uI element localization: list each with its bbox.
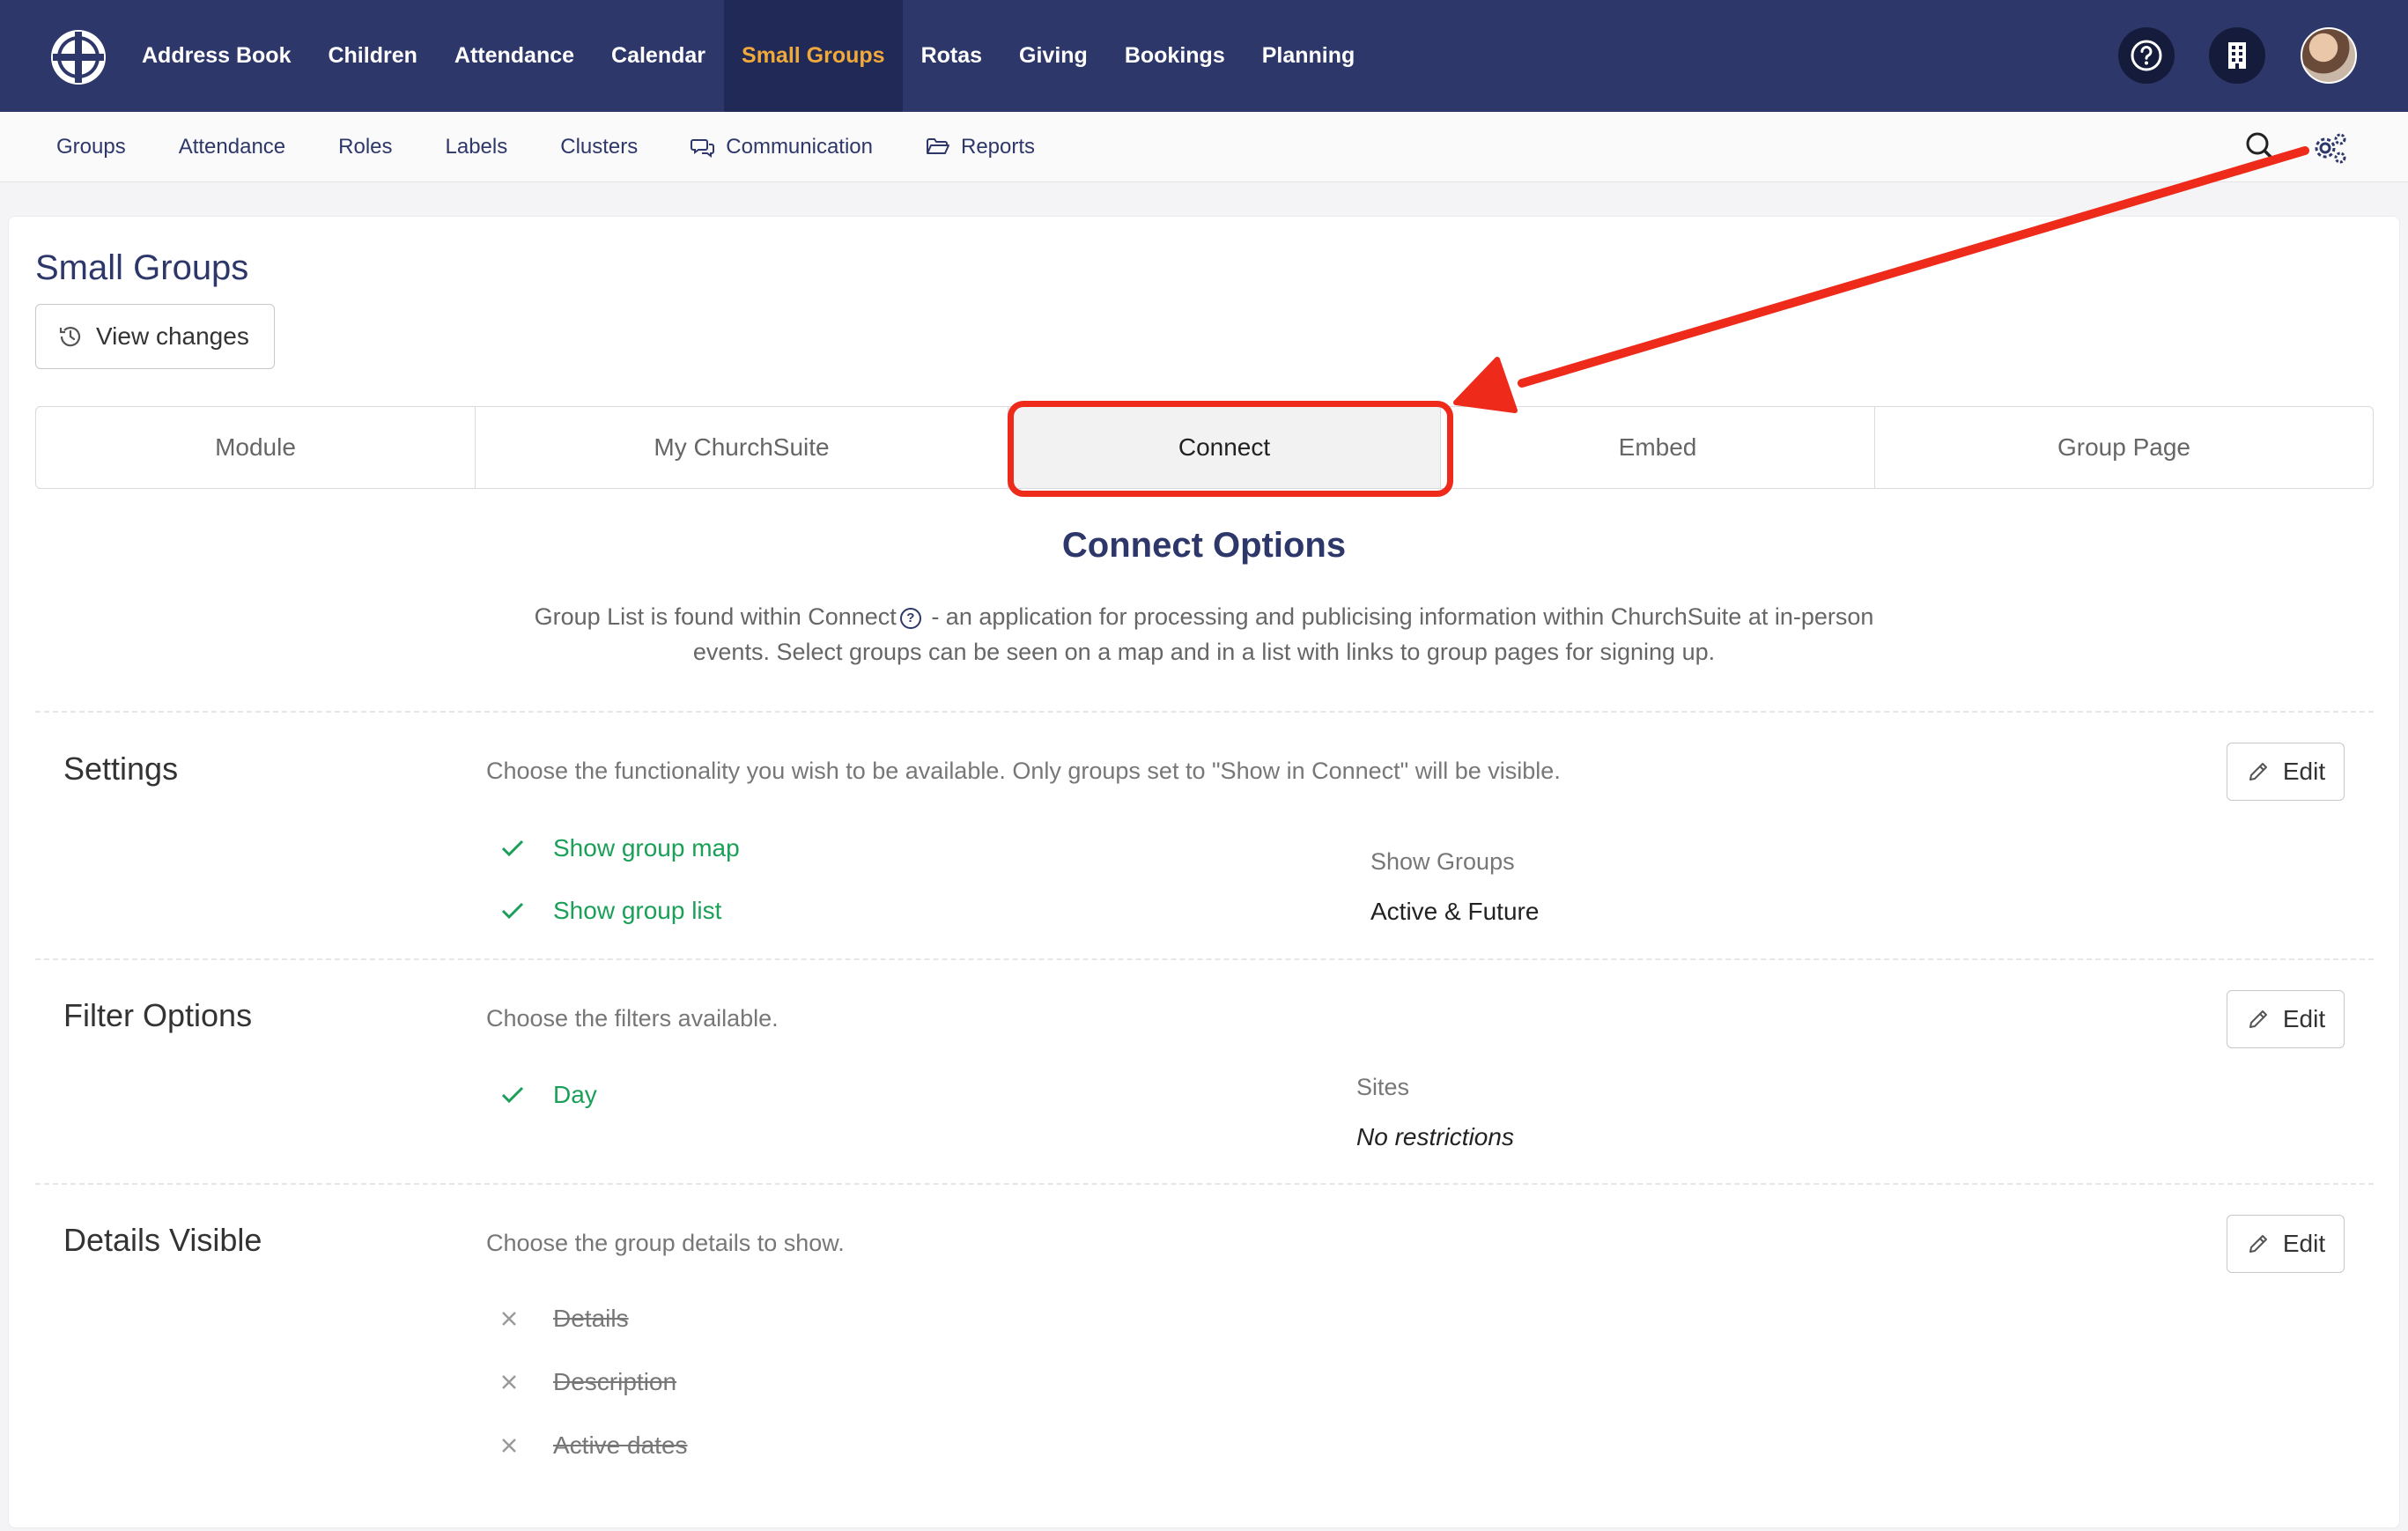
sub-navigation-bar: Groups Attendance Roles Labels Clusters … [0, 112, 2408, 182]
churchsuite-logo[interactable] [48, 26, 109, 88]
connect-intro-text: Group List is found within Connect? - an… [520, 599, 1888, 669]
show-groups-label: Show Groups [1370, 848, 1515, 875]
filter-options-edit-button[interactable]: Edit [2227, 990, 2345, 1048]
pencil-icon [2249, 763, 2267, 780]
history-icon [59, 327, 81, 347]
option-description: Description [500, 1368, 676, 1396]
top-nav-menu: Address Book Children Attendance Calenda… [123, 0, 1373, 112]
subnav-roles[interactable]: Roles [312, 112, 418, 182]
nav-calendar[interactable]: Calendar [593, 0, 724, 112]
filter-options-description: Choose the filters available. [486, 1005, 779, 1032]
check-icon [500, 1085, 553, 1105]
subnav-reports-label: Reports [961, 135, 1036, 159]
subnav-labels[interactable]: Labels [419, 112, 535, 182]
details-visible-section-title: Details Visible [63, 1222, 262, 1258]
sub-nav-menu: Groups Attendance Roles Labels Clusters … [30, 112, 1061, 182]
nav-giving[interactable]: Giving [1001, 0, 1106, 112]
option-label: Active dates [553, 1431, 688, 1459]
tab-embed[interactable]: Embed [1441, 407, 1875, 488]
show-groups-value: Active & Future [1370, 898, 1540, 925]
details-visible-edit-button[interactable]: Edit [2227, 1215, 2345, 1273]
top-navigation-bar: Address Book Children Attendance Calenda… [0, 0, 2408, 112]
check-icon [500, 839, 553, 858]
subnav-groups-label: Groups [56, 135, 126, 159]
view-changes-button[interactable]: View changes [35, 304, 275, 369]
tab-group-page[interactable]: Group Page [1875, 407, 2373, 488]
sites-label: Sites [1356, 1074, 1410, 1100]
settings-edit-label: Edit [2282, 758, 2326, 785]
nav-bookings[interactable]: Bookings [1106, 0, 1244, 112]
tab-my-churchsuite[interactable]: My ChurchSuite [476, 407, 1008, 488]
building-icon [2228, 42, 2246, 69]
option-label: Show group list [553, 897, 722, 924]
option-label: Description [553, 1368, 677, 1395]
connect-help-icon[interactable]: ? [899, 607, 921, 629]
option-label: Day [553, 1081, 597, 1108]
nav-planning[interactable]: Planning [1244, 0, 1374, 112]
filter-options-section-title: Filter Options [63, 997, 253, 1033]
subnav-communication[interactable]: Communication [664, 112, 899, 182]
tab-module[interactable]: Module [36, 407, 476, 488]
help-button[interactable] [2118, 27, 2175, 84]
organisation-button[interactable] [2209, 27, 2265, 84]
nav-attendance[interactable]: Attendance [436, 0, 593, 112]
subnav-labels-label: Labels [445, 135, 508, 159]
connect-options-heading: Connect Options [1061, 526, 1347, 565]
option-label: Details [553, 1305, 629, 1332]
sites-value: No restrictions [1356, 1123, 1514, 1150]
cross-icon [500, 1310, 553, 1328]
option-label: Show group map [553, 834, 740, 862]
settings-tabs: Module My ChurchSuite Connect Embed Grou… [35, 406, 2374, 489]
nav-address-book[interactable]: Address Book [123, 0, 309, 112]
section-divider [35, 1183, 2374, 1185]
check-icon [500, 901, 553, 921]
cross-icon [500, 1373, 553, 1391]
option-active-dates: Active dates [500, 1431, 688, 1460]
filter-options-edit-label: Edit [2282, 1005, 2326, 1032]
help-icon [2131, 40, 2162, 71]
settings-description: Choose the functionality you wish to be … [486, 758, 1561, 784]
subnav-attendance-label: Attendance [178, 135, 286, 159]
subnav-reports[interactable]: Reports [899, 112, 1061, 182]
option-details: Details [500, 1305, 629, 1333]
details-visible-description: Choose the group details to show. [486, 1230, 845, 1256]
subnav-attendance[interactable]: Attendance [152, 112, 312, 182]
intro-text-start: Group List is found within Connect [534, 603, 897, 630]
subnav-clusters-label: Clusters [560, 135, 639, 159]
cross-icon [500, 1437, 553, 1454]
page-title: Small Groups [35, 248, 249, 287]
pencil-icon [2249, 1010, 2267, 1028]
option-show-group-map: Show group map [500, 834, 740, 862]
details-visible-edit-label: Edit [2282, 1230, 2326, 1257]
nav-children[interactable]: Children [309, 0, 435, 112]
section-divider [35, 958, 2374, 960]
subnav-roles-label: Roles [338, 135, 393, 159]
settings-edit-button[interactable]: Edit [2227, 743, 2345, 801]
subnav-communication-label: Communication [726, 135, 873, 159]
option-show-group-list: Show group list [500, 897, 721, 925]
pencil-icon [2249, 1235, 2267, 1253]
settings-gear-icon[interactable] [2311, 130, 2348, 167]
nav-small-groups[interactable]: Small Groups [724, 0, 903, 112]
chat-icon [691, 139, 715, 158]
subnav-groups[interactable]: Groups [30, 112, 152, 182]
view-changes-label: View changes [96, 322, 249, 350]
search-icon[interactable] [2242, 129, 2278, 164]
nav-rotas[interactable]: Rotas [903, 0, 1001, 112]
folder-open-icon [927, 138, 949, 154]
user-avatar[interactable] [2301, 27, 2357, 84]
settings-section-title: Settings [63, 751, 179, 787]
section-divider [35, 711, 2374, 713]
subnav-clusters[interactable]: Clusters [534, 112, 664, 182]
option-day: Day [500, 1081, 597, 1109]
tab-connect[interactable]: Connect [1008, 407, 1441, 488]
